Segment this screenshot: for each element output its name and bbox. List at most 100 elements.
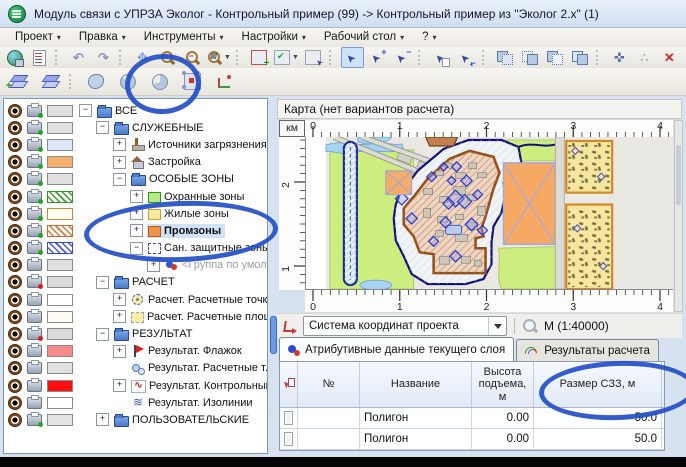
map-canvas[interactable] <box>305 137 673 290</box>
layer-color-swatch[interactable] <box>47 414 73 426</box>
layer-label[interactable]: ОСОБЫЕ ЗОНЫ <box>149 173 234 185</box>
layer-tree-row[interactable]: − РЕЗУЛЬТАТ <box>4 325 267 342</box>
pointer-button[interactable] <box>341 47 364 68</box>
layer-tree-row[interactable]: + <Группа по умолчанию> <box>4 257 267 274</box>
layer-label[interactable]: Жилые зоны <box>164 208 229 220</box>
visibility-eye-icon[interactable] <box>8 396 22 410</box>
tree-expand-toggle[interactable]: − <box>79 104 92 117</box>
select-add-button[interactable] <box>248 47 271 68</box>
pointer-move-button[interactable]: ➜ <box>455 47 478 68</box>
tab-attribute-data[interactable]: Атрибутивные данные текущего слоя <box>279 337 514 361</box>
tree-expand-toggle[interactable]: − <box>130 242 143 255</box>
tree-expand-toggle[interactable]: + <box>113 345 126 358</box>
layer-tree-row[interactable]: − ОСОБЫЕ ЗОНЫ <box>4 171 267 188</box>
layer-label[interactable]: Застройка <box>148 156 201 168</box>
layer-tree-row[interactable]: + Застройка <box>4 154 267 171</box>
merge-polygons-button[interactable] <box>494 47 517 68</box>
print-layer-icon[interactable] <box>27 380 42 392</box>
save-project-button[interactable] <box>3 47 26 68</box>
column-header[interactable]: Название <box>360 362 472 407</box>
layer-label[interactable]: СЛУЖЕБНЫЕ <box>132 122 204 134</box>
tree-expand-toggle[interactable]: + <box>130 190 143 203</box>
pointer-remove-button[interactable]: − <box>391 47 414 68</box>
add-layer-button[interactable]: + <box>4 69 32 95</box>
table-cell[interactable]: Полигон <box>360 429 472 449</box>
print-layer-icon[interactable] <box>27 259 42 271</box>
draw-polyline-button[interactable] <box>210 69 238 95</box>
tree-expand-toggle[interactable]: − <box>96 276 109 289</box>
layer-color-swatch[interactable] <box>47 173 73 185</box>
layer-color-swatch[interactable] <box>47 191 73 203</box>
layer-label[interactable]: ВСЕ <box>115 105 137 117</box>
tree-expand-toggle[interactable]: + <box>130 224 143 237</box>
menu-item-4[interactable]: Рабочий стол▾ <box>315 30 413 45</box>
visibility-eye-icon[interactable] <box>8 344 22 358</box>
layer-tree-row[interactable]: + Жилые зоны <box>4 205 267 222</box>
undo-button[interactable]: ↶ <box>67 47 90 68</box>
layer-tree-row[interactable]: + Охранные зоны <box>4 188 267 205</box>
visibility-eye-icon[interactable] <box>8 327 22 341</box>
layer-label[interactable]: Расчет. Расчетные точки <box>148 294 268 306</box>
scrollbar-thumb[interactable] <box>676 145 681 205</box>
layer-label[interactable]: Сан. защитные зоны <box>164 242 268 254</box>
layer-color-swatch[interactable] <box>47 225 73 237</box>
delete-object-button[interactable]: ✕ <box>658 47 681 68</box>
column-header[interactable]: Размер СЗЗ, м <box>534 362 662 407</box>
layer-label[interactable]: Расчет. Расчетные площ... <box>147 311 268 323</box>
layer-color-swatch[interactable] <box>47 139 73 151</box>
table-cell[interactable] <box>280 408 298 428</box>
layer-color-swatch[interactable] <box>47 208 73 220</box>
layer-color-swatch[interactable] <box>47 380 73 392</box>
layer-color-swatch[interactable] <box>47 362 73 374</box>
visibility-eye-icon[interactable] <box>8 361 22 375</box>
edit-nodes-button[interactable]: ∴ <box>633 47 656 68</box>
table-cell[interactable] <box>298 429 360 449</box>
print-layer-icon[interactable] <box>27 345 42 357</box>
menu-item-2[interactable]: Инструменты▾ <box>135 30 233 45</box>
intersect-polygons-button[interactable] <box>519 47 542 68</box>
menu-item-3[interactable]: Настройки▾ <box>233 30 315 45</box>
select-cursor-button[interactable] <box>302 47 325 68</box>
tree-expand-toggle[interactable]: − <box>96 121 109 134</box>
visibility-eye-icon[interactable] <box>8 224 22 238</box>
menu-item-0[interactable]: Проект▾ <box>6 30 70 45</box>
zoom-scale-button[interactable]: ▤▼ <box>206 47 232 68</box>
tree-expand-toggle[interactable]: + <box>113 379 126 392</box>
layer-label[interactable]: Результат. Флажок <box>148 345 242 357</box>
layer-tree-row[interactable]: − РАСЧЕТ <box>4 274 267 291</box>
draw-polygon-button[interactable] <box>82 69 110 95</box>
layer-color-swatch[interactable] <box>47 276 73 288</box>
layer-label[interactable]: Результат. Контрольный... <box>149 380 268 392</box>
layer-label[interactable]: Источники загрязнения ат... <box>148 139 268 151</box>
layer-label[interactable]: ПОЛЬЗОВАТЕЛЬСКИЕ <box>132 414 249 426</box>
layer-color-swatch[interactable] <box>47 328 73 340</box>
print-layer-icon[interactable] <box>27 208 42 220</box>
visibility-eye-icon[interactable] <box>8 138 22 152</box>
tab-calc-results[interactable]: Результаты расчета <box>516 339 659 361</box>
layer-color-swatch[interactable] <box>47 105 73 117</box>
layer-color-swatch[interactable] <box>47 294 73 306</box>
print-layer-icon[interactable] <box>27 156 42 168</box>
tree-expand-toggle[interactable]: + <box>147 259 160 272</box>
print-layer-icon[interactable] <box>27 294 42 306</box>
column-header[interactable]: № <box>298 362 360 407</box>
layer-tree-row[interactable]: − Сан. защитные зоны <box>4 240 267 257</box>
layer-label[interactable]: Результат. Изолинии <box>148 397 253 409</box>
layer-color-swatch[interactable] <box>47 242 73 254</box>
layer-color-swatch[interactable] <box>47 122 73 134</box>
visibility-eye-icon[interactable] <box>8 190 22 204</box>
row-checkbox[interactable] <box>284 432 293 446</box>
visibility-eye-icon[interactable] <box>8 104 22 118</box>
layer-tree-row[interactable]: ≋ Результат. Изолинии <box>4 394 267 411</box>
layer-tree-row[interactable]: + ∿ Результат. Контрольный... <box>4 377 267 394</box>
visibility-eye-icon[interactable] <box>8 275 22 289</box>
print-layer-icon[interactable] <box>27 105 42 117</box>
layer-color-swatch[interactable] <box>47 259 73 271</box>
tree-expand-toggle[interactable]: + <box>96 413 109 426</box>
layer-color-swatch[interactable] <box>47 345 73 357</box>
visibility-eye-icon[interactable] <box>8 310 22 324</box>
layers-button[interactable] <box>36 69 64 95</box>
print-layer-icon[interactable] <box>27 328 42 340</box>
select-check-button[interactable]: ▼ <box>273 47 300 68</box>
pointer-add-button[interactable]: + <box>366 47 389 68</box>
